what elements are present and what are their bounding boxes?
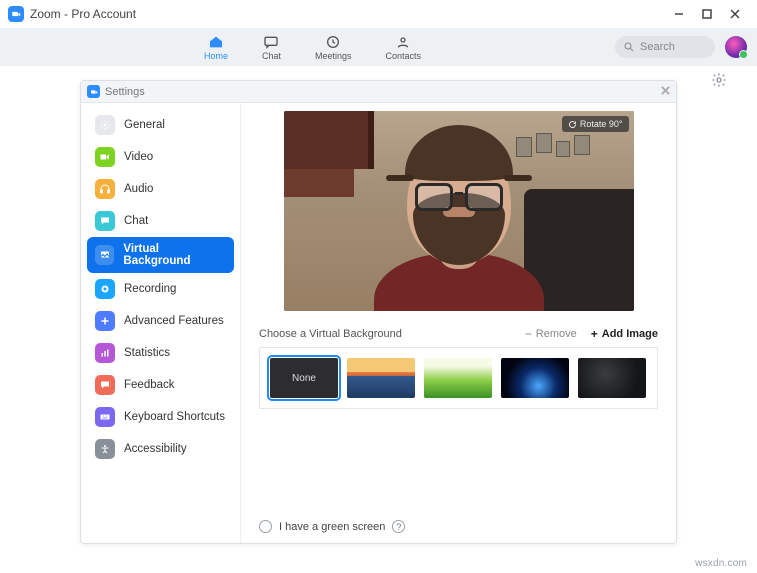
sidebar-label-statistics: Statistics xyxy=(124,347,170,359)
virtual-bg-icon xyxy=(95,245,114,265)
background-options-box: None xyxy=(259,347,658,409)
add-image-label: Add Image xyxy=(602,328,658,340)
sidebar-label-video: Video xyxy=(124,151,153,163)
add-image-button[interactable]: + Add Image xyxy=(591,327,658,341)
sidebar-item-keyboard[interactable]: Keyboard Shortcuts xyxy=(87,401,234,433)
sidebar-item-audio[interactable]: Audio xyxy=(87,173,234,205)
bg-thumb-bridge[interactable] xyxy=(347,358,415,398)
sidebar-label-advanced: Advanced Features xyxy=(124,315,224,327)
accessibility-icon xyxy=(95,439,115,459)
settings-main-panel: Rotate 90° Choose a Virtual Background −… xyxy=(241,103,676,543)
chat-bubble-icon xyxy=(95,211,115,231)
minus-icon: − xyxy=(525,327,532,341)
bg-thumb-dark[interactable] xyxy=(578,358,646,398)
window-maximize-button[interactable] xyxy=(693,0,721,28)
settings-gear-icon[interactable] xyxy=(711,72,727,88)
rotate-icon xyxy=(568,120,577,129)
sidebar-label-keyboard: Keyboard Shortcuts xyxy=(124,411,225,423)
stats-icon xyxy=(95,343,115,363)
bg-thumb-space[interactable] xyxy=(501,358,569,398)
zoom-app-icon xyxy=(8,6,24,22)
headphones-icon xyxy=(95,179,115,199)
remove-label: Remove xyxy=(536,328,577,340)
nav-home[interactable]: Home xyxy=(204,34,228,61)
window-title: Zoom - Pro Account xyxy=(30,7,136,21)
nav-chat-label: Chat xyxy=(262,51,281,61)
person-preview xyxy=(364,121,554,311)
top-nav: Home Chat Meetings Contacts Search xyxy=(0,28,757,66)
search-icon xyxy=(623,41,635,53)
sidebar-label-virtualbg: Virtual Background xyxy=(123,243,226,267)
settings-window: Settings General Video Audio xyxy=(80,80,677,544)
bg-thumb-none[interactable]: None xyxy=(270,358,338,398)
nav-contacts-label: Contacts xyxy=(386,51,422,61)
sidebar-item-accessibility[interactable]: Accessibility xyxy=(87,433,234,465)
nav-meetings-label: Meetings xyxy=(315,51,352,61)
home-icon xyxy=(208,34,224,50)
nav-home-label: Home xyxy=(204,51,228,61)
remove-bg-button[interactable]: − Remove xyxy=(525,327,577,341)
sidebar-item-statistics[interactable]: Statistics xyxy=(87,337,234,369)
rotate-label: Rotate 90° xyxy=(580,119,623,129)
rotate-90-button[interactable]: Rotate 90° xyxy=(562,116,629,132)
search-placeholder: Search xyxy=(640,41,675,53)
plus-icon xyxy=(95,311,115,331)
plus-icon-small: + xyxy=(591,327,598,341)
nav-chat[interactable]: Chat xyxy=(262,34,281,61)
watermark: wsxdn.com xyxy=(695,558,747,569)
zoom-mini-icon xyxy=(87,85,100,98)
chat-icon xyxy=(263,34,279,50)
sidebar-item-chat[interactable]: Chat xyxy=(87,205,234,237)
sidebar-item-video[interactable]: Video xyxy=(87,141,234,173)
video-icon xyxy=(95,147,115,167)
choose-bg-label: Choose a Virtual Background xyxy=(259,328,511,340)
contacts-icon xyxy=(395,34,411,50)
clock-icon xyxy=(325,34,341,50)
gear-icon xyxy=(95,115,115,135)
search-input[interactable]: Search xyxy=(615,36,715,58)
record-icon xyxy=(95,279,115,299)
bg-thumb-grass[interactable] xyxy=(424,358,492,398)
green-screen-label: I have a green screen xyxy=(279,521,385,533)
sidebar-item-virtual-background[interactable]: Virtual Background xyxy=(87,237,234,273)
sidebar-item-advanced[interactable]: Advanced Features xyxy=(87,305,234,337)
sidebar-label-chat: Chat xyxy=(124,215,148,227)
profile-avatar[interactable] xyxy=(725,36,747,58)
green-screen-checkbox[interactable] xyxy=(259,520,272,533)
feedback-icon xyxy=(95,375,115,395)
settings-titlebar: Settings xyxy=(81,81,676,103)
window-minimize-button[interactable] xyxy=(665,0,693,28)
settings-title: Settings xyxy=(105,86,145,98)
sidebar-label-audio: Audio xyxy=(124,183,153,195)
window-close-button[interactable] xyxy=(721,0,749,28)
sidebar-label-recording: Recording xyxy=(124,283,176,295)
keyboard-icon xyxy=(95,407,115,427)
video-preview: Rotate 90° xyxy=(284,111,634,311)
sidebar-label-general: General xyxy=(124,119,165,131)
settings-close-button[interactable] xyxy=(661,86,670,98)
window-titlebar: Zoom - Pro Account xyxy=(0,0,757,28)
sidebar-label-feedback: Feedback xyxy=(124,379,175,391)
help-icon[interactable]: ? xyxy=(392,520,405,533)
sidebar-item-recording[interactable]: Recording xyxy=(87,273,234,305)
nav-contacts[interactable]: Contacts xyxy=(386,34,422,61)
nav-meetings[interactable]: Meetings xyxy=(315,34,352,61)
sidebar-label-accessibility: Accessibility xyxy=(124,443,187,455)
sidebar-item-general[interactable]: General xyxy=(87,109,234,141)
sidebar-item-feedback[interactable]: Feedback xyxy=(87,369,234,401)
bg-none-label: None xyxy=(292,373,316,384)
settings-sidebar: General Video Audio Chat Virtual Backgro… xyxy=(81,103,241,543)
